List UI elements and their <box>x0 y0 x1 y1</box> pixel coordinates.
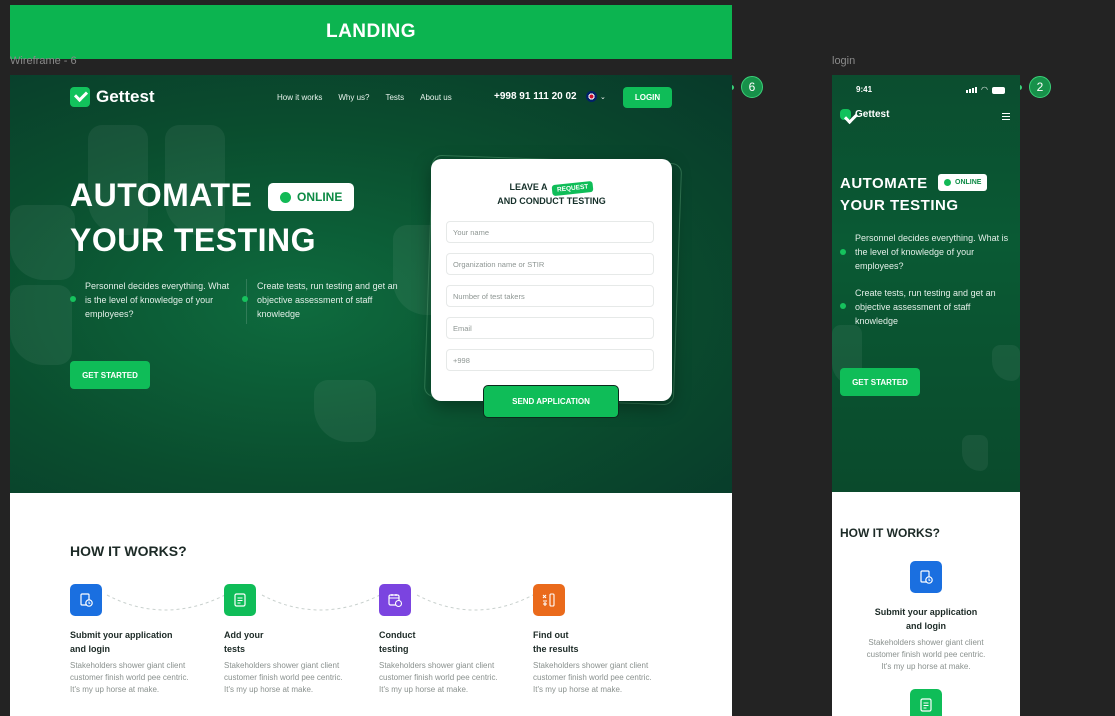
phone-number[interactable]: +998 91 111 20 02 <box>494 91 577 102</box>
step-3-desc: Stakeholders shower giant client customer… <box>379 661 498 694</box>
battery-icon <box>991 86 1005 94</box>
feature-bullet-icon <box>242 296 248 302</box>
main-nav: How it works Why us? Tests About us <box>277 93 452 102</box>
nav-tests[interactable]: Tests <box>385 93 404 102</box>
online-badge: ONLINE <box>268 183 355 211</box>
online-dot-icon <box>280 191 291 203</box>
step-1-title: Submit your application and login <box>70 630 173 654</box>
document-clock-icon <box>70 584 102 616</box>
mobile-how-it-works-title: HOW IT WORKS? <box>840 526 940 540</box>
checklist-icon <box>910 689 942 716</box>
online-label: ONLINE <box>297 190 343 204</box>
banner-title: LANDING <box>325 21 417 42</box>
mobile-frame-label: login <box>832 55 856 67</box>
language-selector[interactable]: ⌄ <box>586 91 606 102</box>
results-icon <box>533 584 565 616</box>
calendar-clock-icon <box>379 584 411 616</box>
comment-badge-mobile[interactable]: 2 <box>1029 76 1051 98</box>
comment-badge-desktop[interactable]: 6 <box>741 76 763 98</box>
logo-check-icon <box>840 109 851 120</box>
step-4-desc: Stakeholders shower giant client customer… <box>533 661 652 694</box>
organization-input[interactable]: Organization name or STIR <box>446 253 654 275</box>
nav-about-us[interactable]: About us <box>420 93 452 102</box>
nav-how-it-works[interactable]: How it works <box>277 93 322 102</box>
send-application-button[interactable]: SEND APPLICATION <box>483 385 619 418</box>
step-4-title: Find out the results <box>533 630 579 654</box>
feature-bullet-icon <box>840 303 846 309</box>
uk-flag-icon <box>586 91 597 102</box>
nav-why-us[interactable]: Why us? <box>338 93 369 102</box>
status-time: 9:41 <box>856 85 873 94</box>
mobile-online-label: ONLINE <box>955 179 982 186</box>
mobile-feature-2: Create tests, run testing and get an obj… <box>855 288 996 326</box>
bg-shape <box>314 380 376 442</box>
email-input[interactable]: Email <box>446 317 654 339</box>
hamburger-menu-icon[interactable] <box>1002 113 1010 120</box>
hero-title-line1: AUTOMATE <box>70 177 253 213</box>
request-tag: REQUEST <box>551 180 594 197</box>
form-title-post: AND CONDUCT TESTING <box>497 196 606 206</box>
feature-bullet-icon <box>840 249 846 255</box>
feature-bullet-icon <box>70 296 76 302</box>
form-title-pre: LEAVE A <box>509 182 548 192</box>
get-started-button[interactable]: GET STARTED <box>70 361 150 389</box>
hero-feature-1: Personnel decides everything. What is th… <box>85 281 230 319</box>
logo-text: Gettest <box>96 87 155 106</box>
mobile-step-1-desc: Stakeholders shower giant client customer… <box>866 638 986 671</box>
landing-section-banner: LANDING <box>10 5 732 59</box>
bg-shape <box>10 205 75 280</box>
mobile-logo[interactable]: Gettest <box>840 109 889 120</box>
desktop-frame-label: Wireframe - 6 <box>10 55 77 67</box>
chevron-down-icon: ⌄ <box>600 93 606 101</box>
checklist-icon <box>224 584 256 616</box>
phone-input[interactable]: +998 <box>446 349 654 371</box>
mobile-hero-section: 9:41 ◠ Gettest AUTOMATE ONLINE YOUR TEST… <box>832 75 1020 492</box>
status-icons: ◠ <box>966 86 1005 94</box>
how-it-works-title: HOW IT WORKS? <box>70 543 187 559</box>
step-2-desc: Stakeholders shower giant client customer… <box>224 661 343 694</box>
hero-feature-2: Create tests, run testing and get an obj… <box>257 281 398 319</box>
mobile-step-1-title: Submit your application and login <box>874 607 978 631</box>
mobile-logo-text: Gettest <box>855 109 890 120</box>
desktop-frame: Gettest How it works Why us? Tests About… <box>10 75 732 716</box>
hero-section: Gettest How it works Why us? Tests About… <box>10 75 732 493</box>
mobile-frame: 9:41 ◠ Gettest AUTOMATE ONLINE YOUR TEST… <box>832 75 1020 716</box>
wifi-icon: ◠ <box>981 85 988 94</box>
test-takers-input[interactable]: Number of test takers <box>446 285 654 307</box>
step-2-title: Add your tests <box>224 630 264 654</box>
step-1-desc: Stakeholders shower giant client customer… <box>70 661 189 694</box>
mobile-online-badge: ONLINE <box>938 174 988 191</box>
mobile-hero-title-line2: YOUR TESTING <box>840 197 959 214</box>
online-dot-icon <box>944 179 951 186</box>
form-title-row: LEAVE A REQUEST <box>431 177 672 197</box>
mobile-feature-1: Personnel decides everything. What is th… <box>855 233 1009 271</box>
name-input[interactable]: Your name <box>446 221 654 243</box>
request-form: LEAVE A REQUEST AND CONDUCT TESTING Your… <box>431 159 672 401</box>
document-clock-icon <box>910 561 942 593</box>
mobile-hero-title-line1: AUTOMATE <box>840 175 928 192</box>
logo-check-icon <box>70 87 90 107</box>
bg-shape <box>10 285 72 365</box>
signal-icon <box>966 87 977 93</box>
bg-shape <box>992 345 1020 381</box>
logo[interactable]: Gettest <box>70 87 155 107</box>
bg-shape <box>962 435 988 471</box>
hero-title-line2: YOUR TESTING <box>70 222 317 258</box>
mobile-get-started-button[interactable]: GET STARTED <box>840 368 920 396</box>
steps-connector-line <box>106 594 534 611</box>
login-button[interactable]: LOGIN <box>623 87 672 108</box>
step-3-title: Conduct testing <box>379 630 416 654</box>
